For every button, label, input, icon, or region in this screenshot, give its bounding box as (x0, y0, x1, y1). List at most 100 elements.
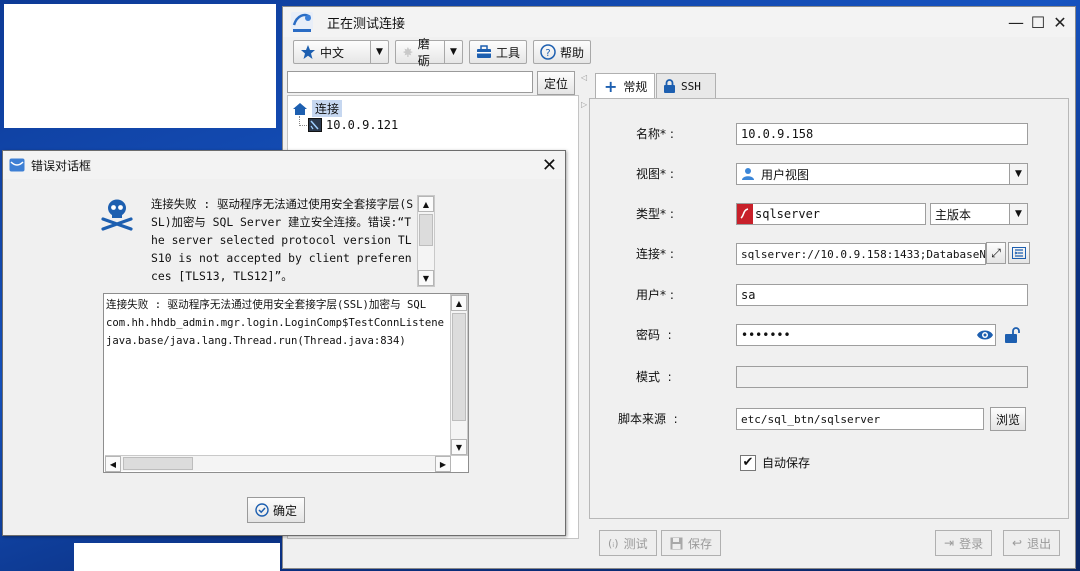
name-input[interactable]: 10.0.9.158 (736, 123, 1028, 145)
background-window-fragment-bottom (74, 543, 280, 571)
autosave-checkbox[interactable]: ✔ 自动保存 (740, 454, 810, 471)
theme-select[interactable]: 磨砺 ▼ (395, 37, 463, 68)
chevron-down-icon[interactable]: ▼ (1009, 204, 1027, 224)
scroll-down-icon[interactable]: ▼ (451, 439, 467, 455)
detail-vertical-scrollbar[interactable]: ▲ ▼ (450, 294, 468, 456)
unlock-icon[interactable] (1004, 326, 1020, 344)
locate-input[interactable] (287, 71, 533, 93)
scroll-thumb[interactable] (419, 214, 433, 246)
theme-label: 磨砺 (417, 37, 430, 68)
help-label: 帮助 (560, 45, 585, 60)
summary-scrollbar[interactable]: ▲ ▼ (417, 195, 435, 287)
schema-label: 模式 : (636, 370, 672, 384)
user-label: 用户* : (636, 288, 674, 302)
help-icon: ? (540, 44, 556, 60)
home-icon (293, 102, 307, 115)
url-editor-icon[interactable] (1008, 242, 1030, 264)
version-select[interactable]: 主版本 ▼ (930, 203, 1028, 225)
expand-icon[interactable]: ⤢ (986, 242, 1006, 264)
test-button[interactable]: (ᵢ) 测试 (599, 530, 657, 556)
ok-label: 确定 (272, 503, 297, 518)
window-title: 正在测试连接 (327, 16, 406, 32)
tab-ssh[interactable]: SSH (656, 73, 716, 98)
tree-child-label: 10.0.9.121 (326, 118, 399, 132)
script-source-label: 脚本来源 : (618, 412, 678, 426)
error-dialog-title: 错误对话框 (31, 158, 92, 173)
background-window-fragment (4, 4, 276, 128)
scroll-down-icon[interactable]: ▼ (418, 270, 434, 286)
ok-button[interactable]: 确定 (247, 497, 305, 523)
version-value: 主版本 (935, 207, 972, 222)
error-detail-line: 连接失败 : 驱动程序无法通过使用安全套接字层(SSL)加密与 SQL (106, 299, 427, 311)
lock-icon (664, 78, 675, 93)
minimize-button[interactable]: — (1005, 12, 1027, 32)
checkbox-checked-icon: ✔ (740, 454, 756, 471)
user-input[interactable]: sa (736, 284, 1028, 306)
error-dialog: 错误对话框 ✕ 连接失败 : 驱动程序无法通过使用安全套接字层(SSL)加密与 … (2, 150, 566, 536)
eye-icon[interactable] (976, 328, 994, 342)
locate-button[interactable]: 定位 (537, 71, 575, 95)
connection-label: 连接* : (636, 247, 674, 261)
star-icon (301, 45, 315, 59)
schema-input[interactable] (736, 366, 1028, 388)
view-label: 视图* : (636, 167, 674, 181)
login-icon: ⇥ (944, 536, 955, 550)
splitter[interactable]: ◁ ▷ (581, 73, 589, 109)
script-source-input[interactable]: etc/sql_btn/sqlserver (736, 408, 984, 430)
close-icon[interactable]: ✕ (542, 155, 557, 176)
tab-ssh-label: SSH (681, 79, 701, 93)
error-summary: 连接失败 : 驱动程序无法通过使用安全套接字层(SSL)加密与 SQL Serv… (151, 197, 414, 283)
scroll-up-icon[interactable]: ▲ (418, 196, 434, 212)
detail-horizontal-scrollbar[interactable]: ◀ ▶ (105, 455, 451, 472)
tools-button[interactable]: 工具 (469, 40, 528, 64)
help-button[interactable]: ? 帮助 (533, 40, 592, 64)
tab-general-label: 常规 (623, 80, 648, 94)
check-circle-icon (255, 503, 269, 517)
connection-url-input[interactable]: sqlserver://10.0.9.158:1433;DatabaseN (736, 243, 986, 265)
chevron-down-icon[interactable]: ▼ (370, 41, 388, 63)
error-detail-line: com.hh.hhdb_admin.mgr.login.LoginComp$Te… (106, 317, 445, 329)
type-input[interactable]: sqlserver (736, 203, 926, 225)
svg-text:?: ? (545, 48, 550, 59)
password-input[interactable]: ••••••• (736, 324, 996, 346)
database-server-icon (308, 118, 322, 132)
password-label: 密码 : (636, 328, 672, 342)
close-button[interactable]: ✕ (1049, 12, 1071, 32)
tree-root-label: 连接 (312, 100, 343, 117)
exit-button[interactable]: ↩ 退出 (1003, 530, 1061, 556)
scroll-right-icon[interactable]: ▶ (435, 456, 451, 472)
type-value: sqlserver (755, 207, 821, 221)
tree-item-connection[interactable]: 10.0.9.121 (308, 118, 398, 132)
title-bar[interactable]: 正在测试连接 — ☐ ✕ (283, 7, 1075, 37)
chevron-down-icon[interactable]: ▼ (1009, 164, 1027, 184)
app-logo-icon (291, 12, 313, 32)
browse-button[interactable]: 浏览 (990, 407, 1026, 431)
toolbox-icon (477, 45, 491, 58)
view-select[interactable]: 用户视图 ▼ (736, 163, 1028, 185)
antenna-icon: (ᵢ) (608, 536, 619, 550)
user-icon (742, 168, 754, 180)
login-button[interactable]: ⇥ 登录 (935, 530, 993, 556)
tools-label: 工具 (496, 45, 521, 60)
error-dialog-title-bar[interactable]: 错误对话框 ✕ (3, 151, 565, 179)
app-small-icon (9, 158, 25, 172)
scroll-left-icon[interactable]: ◀ (105, 456, 121, 472)
chevron-down-icon[interactable]: ▼ (444, 41, 462, 63)
scroll-thumb[interactable] (123, 457, 193, 470)
language-label: 中文 (320, 45, 345, 60)
floppy-icon (670, 537, 683, 549)
save-label: 保存 (688, 536, 713, 551)
scroll-up-icon[interactable]: ▲ (451, 295, 467, 311)
name-label: 名称* : (636, 127, 674, 141)
maximize-button[interactable]: ☐ (1027, 12, 1049, 32)
exit-label: 退出 (1027, 536, 1052, 551)
general-form: 名称* : 10.0.9.158 视图* : 用户视图 ▼ 类型* : sqls… (589, 98, 1069, 519)
tree-item-connections[interactable]: 连接 (292, 100, 343, 117)
maple-leaf-icon (402, 46, 413, 58)
save-button[interactable]: 保存 (661, 530, 722, 556)
scroll-thumb[interactable] (452, 313, 466, 421)
tab-general[interactable]: + 常规 (595, 73, 655, 99)
language-select[interactable]: 中文 ▼ (293, 40, 389, 64)
exit-icon: ↩ (1012, 536, 1023, 550)
toolbar: 中文 ▼ 磨砺 ▼ 工具 ? 帮助 (293, 37, 592, 68)
